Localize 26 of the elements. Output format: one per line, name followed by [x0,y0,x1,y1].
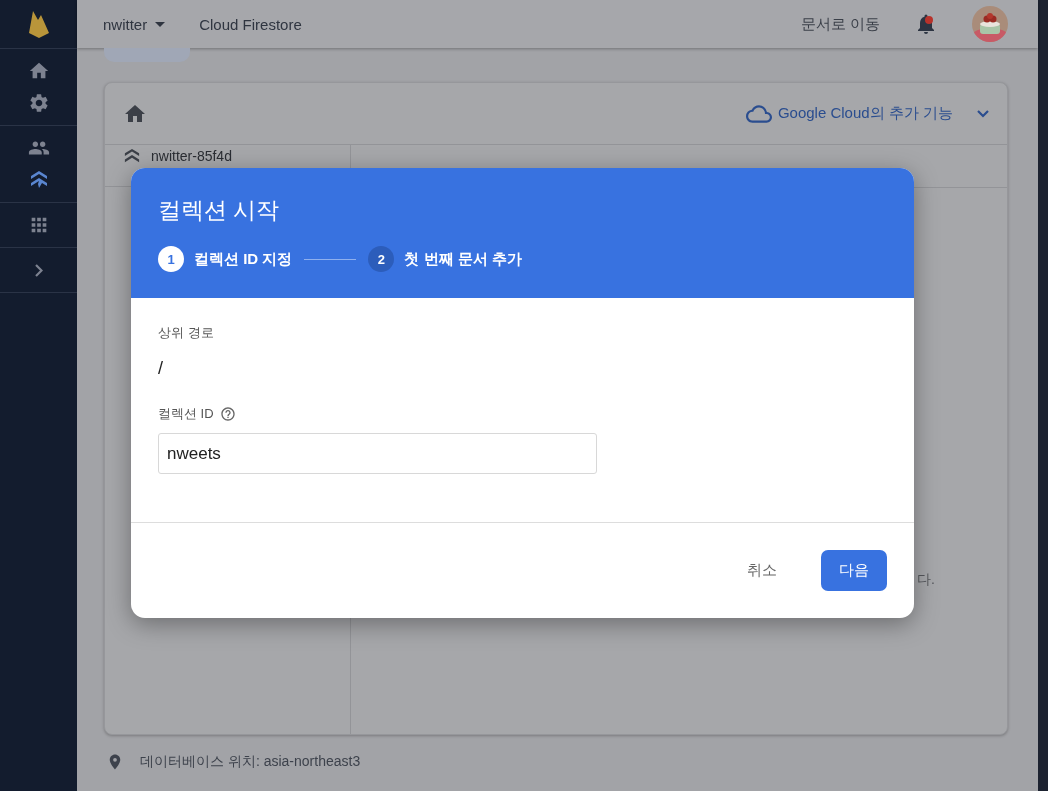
dialog-title: 컬렉션 시작 [158,196,281,225]
field-label: 상위 경로 [158,324,214,342]
project-selector[interactable]: nwitter [103,15,166,33]
product-title: Cloud Firestore [199,15,302,33]
settings-icon [27,92,50,114]
stacked-chevrons-icon [123,148,141,164]
docs-link[interactable]: 문서로 이동 [800,14,880,34]
field-label: 컬렉션 ID [158,405,214,423]
flame-logo [27,9,50,39]
step-label: 컬렉션 ID 지정 [194,249,293,269]
root-path[interactable]: nwitter-85f4d [151,148,232,164]
google-cloud-link[interactable]: Google Cloud의 추가 기능 [745,100,989,127]
database-location: 데이터베이스 위치: asia-northeast3 [140,753,361,771]
stacked-chevrons-icon [28,170,49,190]
next-button[interactable]: 다음 [821,550,887,591]
step-label: 첫 번째 문서 추가 [404,249,522,269]
help-icon[interactable] [219,406,236,422]
chevron-right-icon [34,263,43,277]
step-number: 2 [368,246,395,272]
cancel-button[interactable]: 취소 [729,550,795,591]
hint-text: 다. [917,571,936,589]
parent-path: / [158,358,164,379]
step-number: 1 [158,246,184,272]
collection-id-field[interactable]: nweets [158,433,597,474]
caret-icon [155,21,166,27]
chevron-down-icon [977,109,989,118]
